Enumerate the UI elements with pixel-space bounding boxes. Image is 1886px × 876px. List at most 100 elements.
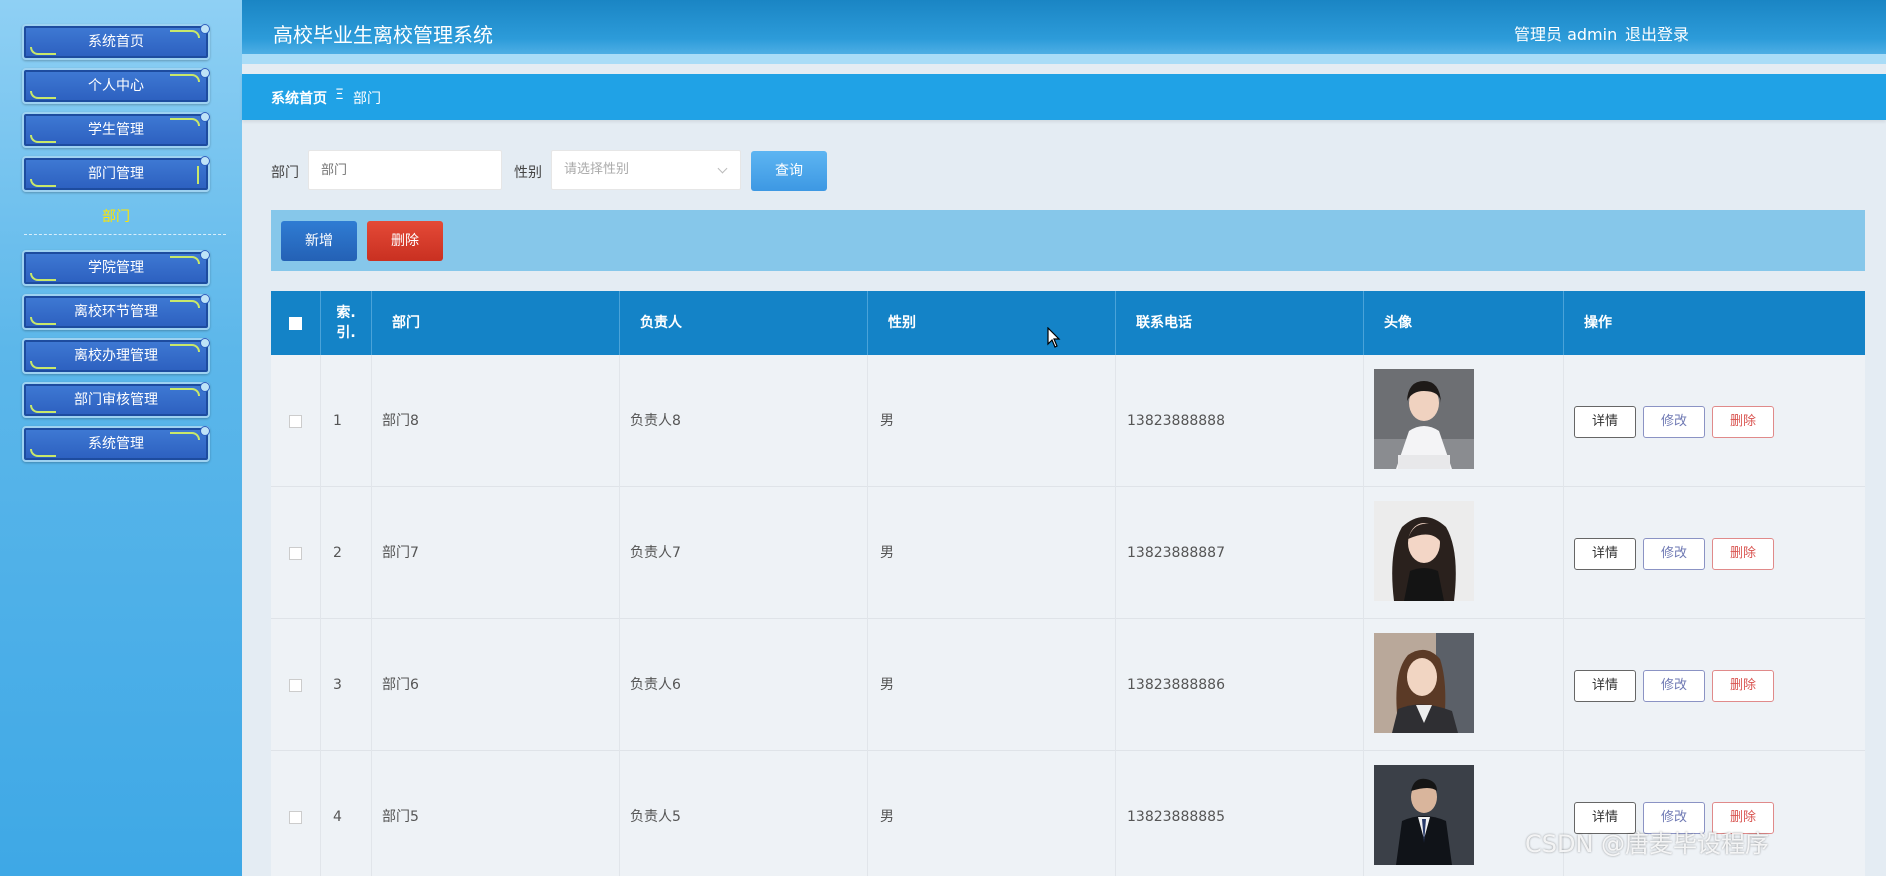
- sidebar-item-label: 学院管理: [88, 260, 144, 276]
- divider: [24, 234, 226, 235]
- sidebar-item-label: 系统首页: [88, 34, 144, 50]
- dot-icon: [200, 382, 210, 392]
- gender-label: 性别: [514, 165, 542, 181]
- department-table: 索. 引. 部门 负责人 性别 联系电话 头像 操作 1 部门8 负责人8 男 1…: [271, 291, 1865, 876]
- cell-avatar: [1364, 619, 1564, 751]
- detail-button[interactable]: 详情: [1574, 406, 1636, 438]
- row-checkbox[interactable]: [289, 546, 302, 560]
- cell-phone: 13823888888: [1116, 355, 1364, 487]
- ornament: [30, 91, 56, 99]
- sidebar-item-label: 离校环节管理: [74, 304, 158, 320]
- watermark: CSDN @唐麦毕设程序: [1525, 830, 1770, 858]
- cell-gender: 男: [868, 487, 1116, 619]
- table-row: 1 部门8 负责人8 男 13823888888 详情 修改 删除: [271, 355, 1865, 487]
- cell-gender: 男: [868, 355, 1116, 487]
- column-header-phone: 联系电话: [1116, 291, 1364, 355]
- select-all-header: [271, 291, 321, 355]
- sidebar-item-label: 个人中心: [88, 78, 144, 94]
- chevron-down-icon: [717, 163, 728, 174]
- dot-icon: [200, 156, 210, 166]
- sidebar-item-leaving-process-management[interactable]: 离校办理管理: [22, 338, 210, 374]
- sidebar-item-department-review-management[interactable]: 部门审核管理: [22, 382, 210, 418]
- index-header-line1: 索.: [336, 305, 356, 321]
- column-header-index: 索. 引.: [321, 291, 372, 355]
- detail-button[interactable]: 详情: [1574, 670, 1636, 702]
- add-button[interactable]: 新增: [281, 221, 357, 261]
- mouse-cursor-icon: [1047, 327, 1061, 348]
- cell-leader: 负责人5: [620, 751, 868, 876]
- department-search-input[interactable]: [308, 150, 502, 190]
- edit-button[interactable]: 修改: [1643, 538, 1705, 570]
- avatar: [1374, 765, 1474, 865]
- column-header-leader: 负责人: [620, 291, 868, 355]
- ornament: [170, 30, 200, 38]
- sidebar-subitem-department[interactable]: 部门: [22, 206, 210, 226]
- dot-icon: [200, 426, 210, 436]
- breadcrumb: 系统首页 Ξ 部门: [242, 74, 1886, 120]
- sidebar: 系统首页 个人中心 学生管理 部门管理 部门 学院管理 离校环节管理 离校办理管…: [0, 0, 242, 876]
- column-header-department: 部门: [372, 291, 620, 355]
- cell-index: 4: [321, 751, 372, 876]
- delete-button[interactable]: 删除: [1712, 538, 1774, 570]
- dot-icon: [200, 294, 210, 304]
- sidebar-item-label: 部门审核管理: [74, 392, 158, 408]
- action-bar: 新增 删除: [271, 210, 1865, 271]
- top-header: 高校毕业生离校管理系统 管理员 admin 退出登录: [242, 0, 1886, 64]
- cell-department: 部门6: [372, 619, 620, 751]
- dot-icon: [200, 24, 210, 34]
- column-header-gender: 性别: [868, 291, 1116, 355]
- sidebar-item-student-management[interactable]: 学生管理: [22, 112, 210, 148]
- sidebar-item-department-management[interactable]: 部门管理: [22, 156, 210, 192]
- ornament: [170, 432, 200, 440]
- ornament: [170, 118, 200, 126]
- edit-button[interactable]: 修改: [1643, 406, 1705, 438]
- row-checkbox[interactable]: [289, 678, 302, 692]
- logout-link[interactable]: 退出登录: [1625, 21, 1689, 45]
- ornament: [30, 135, 56, 143]
- cell-actions: 详情 修改 删除: [1564, 355, 1865, 487]
- ornament: [30, 405, 56, 413]
- cell-actions: 详情 修改 删除: [1564, 619, 1865, 751]
- row-checkbox[interactable]: [289, 810, 302, 824]
- user-info: 管理员 admin: [1514, 25, 1618, 44]
- sidebar-item-label: 离校办理管理: [74, 348, 158, 364]
- query-button[interactable]: 查询: [751, 151, 827, 191]
- cell-index: 2: [321, 487, 372, 619]
- table-header: 索. 引. 部门 负责人 性别 联系电话 头像 操作: [271, 291, 1865, 355]
- row-checkbox-cell: [271, 751, 321, 876]
- sidebar-item-label: 系统管理: [88, 436, 144, 452]
- detail-button[interactable]: 详情: [1574, 538, 1636, 570]
- cell-avatar: [1364, 487, 1564, 619]
- batch-delete-button[interactable]: 删除: [367, 221, 443, 261]
- sidebar-item-home[interactable]: 系统首页: [22, 24, 210, 60]
- avatar: [1374, 633, 1474, 733]
- select-all-checkbox[interactable]: [289, 316, 302, 330]
- column-header-actions: 操作: [1584, 315, 1612, 331]
- dot-icon: [200, 112, 210, 122]
- cell-phone: 13823888886: [1116, 619, 1364, 751]
- avatar: [1374, 369, 1474, 469]
- sidebar-item-system-management[interactable]: 系统管理: [22, 426, 210, 462]
- edit-button[interactable]: 修改: [1643, 670, 1705, 702]
- cell-phone: 13823888887: [1116, 487, 1364, 619]
- sidebar-item-personal-center[interactable]: 个人中心: [22, 68, 210, 104]
- cell-department: 部门7: [372, 487, 620, 619]
- ornament: [30, 273, 56, 281]
- dot-icon: [200, 250, 210, 260]
- ornament: [30, 361, 56, 369]
- cell-index: 3: [321, 619, 372, 751]
- row-checkbox-cell: [271, 619, 321, 751]
- delete-button[interactable]: 删除: [1712, 670, 1774, 702]
- ornament: [30, 179, 56, 187]
- row-checkbox-cell: [271, 487, 321, 619]
- breadcrumb-home[interactable]: 系统首页: [271, 88, 327, 108]
- sidebar-item-leaving-step-management[interactable]: 离校环节管理: [22, 294, 210, 330]
- delete-button[interactable]: 删除: [1712, 406, 1774, 438]
- sidebar-item-college-management[interactable]: 学院管理: [22, 250, 210, 286]
- gender-select[interactable]: 请选择性别: [551, 150, 741, 190]
- cell-leader: 负责人8: [620, 355, 868, 487]
- cell-gender: 男: [868, 751, 1116, 876]
- gender-select-placeholder: 请选择性别: [564, 162, 630, 177]
- sidebar-item-label: 学生管理: [88, 122, 144, 138]
- row-checkbox[interactable]: [289, 414, 302, 428]
